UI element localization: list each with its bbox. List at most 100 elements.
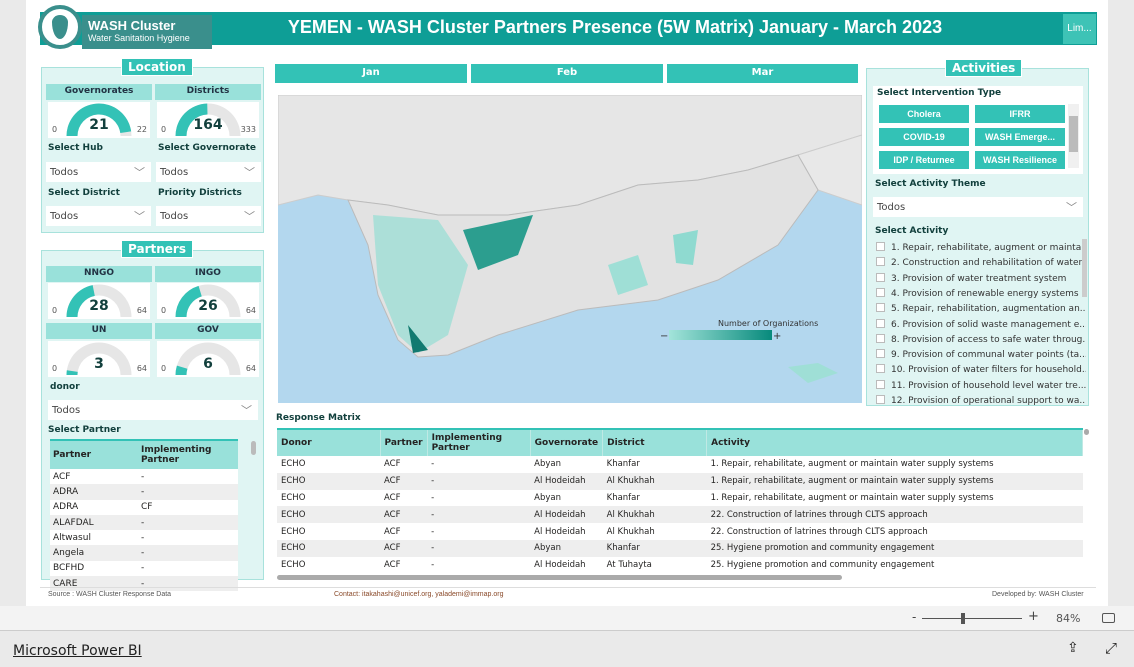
table-row[interactable]: ECHO ACF - Abyan Khanfar 1. Repair, rehabilit… xyxy=(277,456,1083,473)
select-district-dropdown[interactable]: Todos ﹀ xyxy=(46,206,151,226)
partner-row[interactable]: ACF - xyxy=(50,469,238,485)
priority-districts-dropdown[interactable]: Todos ﹀ xyxy=(156,206,261,226)
partner-row[interactable]: Angela - xyxy=(50,545,238,561)
col-donor[interactable]: Donor xyxy=(277,428,381,456)
matrix-horizontal-scrollbar[interactable] xyxy=(277,575,842,580)
intervention-wash-emergency[interactable]: WASH Emerge... xyxy=(975,128,1065,146)
activity-item[interactable]: 3. Provision of water treatment system xyxy=(876,272,1086,284)
zoom-slider-thumb[interactable] xyxy=(961,613,965,624)
dropdown-value: Todos xyxy=(50,167,79,178)
zoom-bar: - + 84% xyxy=(0,606,1134,631)
activity-scrollbar[interactable] xyxy=(1082,239,1087,297)
table-row[interactable]: ECHO ACF - Al Hodeidah Al Khukhah 1. Repair, … xyxy=(277,472,1083,490)
fit-to-page-icon[interactable] xyxy=(1102,613,1115,623)
month-feb-button[interactable]: Feb xyxy=(471,64,663,83)
col-implementing-partner[interactable]: Implementing Partner xyxy=(427,428,531,456)
matrix-vertical-scrollbar[interactable] xyxy=(1084,429,1089,435)
partner-table-scrollbar[interactable] xyxy=(251,441,256,455)
matrix-cell: ECHO xyxy=(277,556,380,574)
checkbox-icon[interactable] xyxy=(876,333,885,343)
table-row[interactable]: ECHO ACF - Abyan Khanfar 1. Repair, rehabilit… xyxy=(277,489,1083,507)
intervention-scrollbar[interactable] xyxy=(1068,104,1079,168)
matrix-cell: Khanfar xyxy=(602,489,707,507)
activity-item[interactable]: 8. Provision of access to safe water thr… xyxy=(876,333,1086,345)
fullscreen-icon[interactable]: ⤢ xyxy=(1105,639,1117,657)
intervention-idp-returnee[interactable]: IDP / Returnee xyxy=(879,151,969,169)
yemen-map[interactable]: Number of Organizations − + xyxy=(278,95,862,403)
activity-theme-dropdown[interactable]: Todos ﹀ xyxy=(873,197,1083,217)
partner-row[interactable]: Altwasul - xyxy=(50,530,238,546)
legend-max: + xyxy=(773,331,781,342)
activity-item[interactable]: 10. Provision of water filters for house… xyxy=(876,364,1086,375)
matrix-cell: ECHO xyxy=(277,506,380,524)
col-activity[interactable]: Activity xyxy=(706,428,1083,456)
activity-label: 11. Provision of household level water t… xyxy=(891,380,1086,391)
implementing-partner-cell: - xyxy=(138,469,238,485)
activity-item[interactable]: 5. Repair, rehabilitation, augmentation … xyxy=(876,303,1086,314)
activity-label: 5. Repair, rehabilitation, augmentation … xyxy=(891,304,1086,315)
col-partner[interactable]: Partner xyxy=(380,428,428,456)
table-row[interactable]: ECHO ACF - Al Hodeidah At Tuhayta 25. Hygiene… xyxy=(277,556,1083,574)
table-row[interactable]: ECHO ACF - Al Hodeidah Al Khukhah 22. Constru… xyxy=(277,506,1083,524)
checkbox-icon[interactable] xyxy=(876,257,885,267)
partners-title: Partners xyxy=(121,240,193,258)
month-mar-button[interactable]: Mar xyxy=(667,64,858,83)
partner-row[interactable]: ADRA - xyxy=(50,484,238,500)
partner-row[interactable]: ALAFDAL - xyxy=(50,514,238,531)
activity-label: 4. Provision of renewable energy systems… xyxy=(891,288,1086,299)
implementing-partner-cell: - xyxy=(138,514,238,531)
checkbox-icon[interactable] xyxy=(876,364,885,374)
col-district[interactable]: District xyxy=(602,428,708,456)
matrix-cell: Abyan xyxy=(530,489,603,507)
matrix-cell: ACF xyxy=(380,523,428,540)
checkbox-icon[interactable] xyxy=(876,318,885,328)
partner-row[interactable]: ADRA CF xyxy=(50,499,238,515)
page-title: YEMEN - WASH Cluster Partners Presence (… xyxy=(287,17,943,37)
gauge-max: 22 xyxy=(136,125,147,134)
donor-dropdown[interactable]: Todos ﹀ xyxy=(48,400,258,420)
lim-button[interactable]: Lim... xyxy=(1063,14,1096,44)
col-partner[interactable]: Partner xyxy=(50,439,138,469)
partner-cell: ACF xyxy=(50,469,138,485)
activity-label: 3. Provision of water treatment system xyxy=(891,273,1067,284)
partner-cell: Altwasul xyxy=(50,530,138,546)
matrix-cell: ACF xyxy=(380,456,428,473)
powerbi-bottom-bar: Microsoft Power BI ⇪ ⤢ xyxy=(0,631,1134,667)
checkbox-icon[interactable] xyxy=(876,395,885,404)
table-row[interactable]: ECHO ACF - Abyan Khanfar 25. Hygiene promotio… xyxy=(277,539,1083,557)
intervention-wash-resilience[interactable]: WASH Resilience xyxy=(975,151,1065,169)
checkbox-icon[interactable] xyxy=(876,287,885,297)
activity-item[interactable]: 11. Provision of household level water t… xyxy=(876,379,1086,391)
activity-item[interactable]: 6. Provision of solid waste management e… xyxy=(876,318,1086,330)
powerbi-link[interactable]: Microsoft Power BI xyxy=(13,643,142,659)
zoom-out-button[interactable]: - xyxy=(912,610,916,624)
intervention-covid19[interactable]: COVID-19 xyxy=(879,128,969,146)
checkbox-icon[interactable] xyxy=(876,303,885,313)
select-governorate-dropdown[interactable]: Todos ﹀ xyxy=(156,162,261,182)
col-governorate[interactable]: Governorate xyxy=(530,428,604,456)
partner-row[interactable]: CARE - xyxy=(50,576,238,592)
share-icon[interactable]: ⇪ xyxy=(1067,640,1079,656)
activity-item[interactable]: 1. Repair, rehabilitate, augment or main… xyxy=(876,242,1086,253)
intervention-cholera[interactable]: Cholera xyxy=(879,105,969,123)
activity-label: 8. Provision of access to safe water thr… xyxy=(891,334,1086,345)
footer-developed: Developed by: WASH Cluster xyxy=(992,591,1084,598)
checkbox-icon[interactable] xyxy=(876,379,885,389)
zoom-in-button[interactable]: + xyxy=(1028,609,1039,624)
chevron-down-icon: ﹀ xyxy=(244,210,255,223)
table-row[interactable]: ECHO ACF - Al Hodeidah Al Khukhah 22. Constru… xyxy=(277,523,1083,540)
activity-item[interactable]: 2. Construction and rehabilitation of wa… xyxy=(876,257,1086,268)
col-implementing-partner[interactable]: Implementing Partner xyxy=(138,439,238,469)
zoom-slider[interactable] xyxy=(922,618,1022,619)
activity-item[interactable]: 9. Provision of communal water points (t… xyxy=(876,349,1086,360)
checkbox-icon[interactable] xyxy=(876,272,885,282)
intervention-ifrr[interactable]: IFRR xyxy=(975,105,1065,123)
select-hub-dropdown[interactable]: Todos ﹀ xyxy=(46,162,151,182)
checkbox-icon[interactable] xyxy=(876,349,885,359)
partner-row[interactable]: BCFHD - xyxy=(50,560,238,577)
activity-item[interactable]: 12. Provision of operational support to … xyxy=(876,395,1086,406)
activity-item[interactable]: 4. Provision of renewable energy systems… xyxy=(876,287,1086,299)
month-jan-button[interactable]: Jan xyxy=(275,64,467,83)
matrix-cell: Khanfar xyxy=(602,539,707,557)
checkbox-icon[interactable] xyxy=(876,242,885,251)
